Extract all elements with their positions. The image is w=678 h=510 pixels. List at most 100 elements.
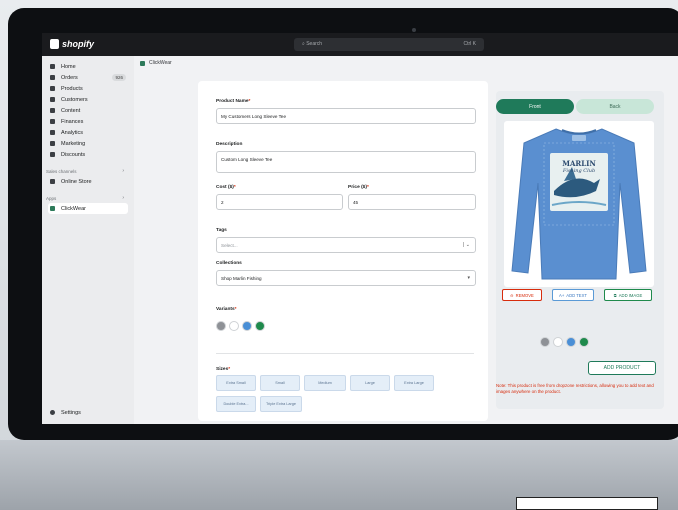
product-preview-panel: Front Back MARLIN Fishing Club ⊖ REMOVE A… — [496, 91, 664, 409]
sidebar-item-finances[interactable]: Finances — [42, 116, 134, 127]
top-bar: shopify ⌕ Search Ctrl K — [42, 33, 678, 56]
dropzone-note: Note: This product is free from dropzone… — [496, 383, 654, 395]
sidebar-item-label: Settings — [61, 409, 81, 416]
sidebar-item-clickwear[interactable]: ClickWear — [48, 203, 128, 214]
logo-text: shopify — [62, 39, 95, 49]
shopping-bag-icon — [50, 39, 59, 49]
add-text-button[interactable]: A+ ADD TEXT — [552, 289, 594, 301]
size-small[interactable]: Small — [260, 375, 300, 391]
description-textarea[interactable]: Custom Long Sleeve Tee — [216, 151, 476, 173]
chart-icon — [50, 130, 55, 135]
chevron-down-icon: | ⌄ — [463, 242, 470, 248]
orders-icon — [50, 75, 55, 80]
tag-icon — [50, 86, 55, 91]
button-label: ADD IMAGE — [618, 292, 643, 298]
input-placeholder: Select... — [221, 243, 238, 248]
add-product-button[interactable]: ADD PRODUCT — [588, 361, 656, 375]
breadcrumb[interactable]: ClickWear — [140, 60, 172, 66]
search-shortcut: Ctrl K — [463, 41, 477, 47]
collections-select[interactable]: Shop Marlin Fishing ▾ — [216, 270, 476, 286]
shirt-canvas[interactable]: MARLIN Fishing Club — [504, 121, 654, 287]
shopify-logo[interactable]: shopify — [50, 39, 94, 49]
size-triple-extra-large[interactable]: Triple Extra Large — [260, 396, 302, 412]
shirt-color-swatch[interactable] — [579, 337, 589, 347]
sidebar-item-products[interactable]: Products — [42, 83, 134, 94]
chevron-right-icon: › — [122, 195, 124, 201]
sidebar-item-label: ClickWear — [61, 205, 86, 212]
text-icon: A+ — [559, 292, 565, 298]
button-label: ADD TEXT — [566, 292, 587, 298]
chevron-down-icon: ▾ — [467, 275, 470, 281]
variant-color-swatch[interactable] — [255, 321, 265, 331]
home-icon — [50, 64, 55, 69]
size-medium[interactable]: Medium — [304, 375, 346, 391]
button-label: REMOVE — [515, 292, 534, 298]
print-subtitle: Fishing Club — [562, 168, 596, 174]
sidebar-item-label: Products — [61, 85, 83, 92]
description-label: Description — [216, 142, 243, 147]
trash-icon: ⊖ — [510, 292, 514, 298]
price-input[interactable]: 45 — [348, 194, 476, 210]
sidebar-item-label: Content — [61, 107, 81, 114]
sidebar-item-label: Finances — [61, 118, 84, 125]
content-icon — [50, 108, 55, 113]
sidebar-item-customers[interactable]: Customers — [42, 94, 134, 105]
sidebar-item-marketing[interactable]: Marketing — [42, 138, 134, 149]
sidebar-item-home[interactable]: Home — [42, 61, 134, 72]
collections-label: Collections — [216, 261, 242, 266]
input-value: My Customers Long Sleeve Tee — [221, 114, 287, 119]
product-name-label: Product Name* — [216, 99, 251, 104]
variant-color-swatch[interactable] — [242, 321, 252, 331]
sidebar-item-label: Customers — [61, 96, 88, 103]
breadcrumb-label: ClickWear — [149, 60, 172, 66]
sidebar: Home Orders 926 Products Customers Conten… — [42, 56, 134, 424]
tags-label: Tags — [216, 228, 227, 233]
sidebar-item-orders[interactable]: Orders 926 — [42, 72, 134, 83]
long-sleeve-shirt-image — [511, 128, 647, 280]
apps-header[interactable]: Apps › — [42, 193, 134, 203]
sidebar-item-label: Orders — [61, 74, 78, 81]
section-label: Sales channels — [46, 168, 77, 174]
size-double-extra[interactable]: Double Extra... — [216, 396, 256, 412]
variant-color-swatch[interactable] — [229, 321, 239, 331]
print-title: MARLIN — [562, 159, 596, 168]
product-name-input[interactable]: My Customers Long Sleeve Tee — [216, 108, 476, 124]
shirt-color-swatch[interactable] — [566, 337, 576, 347]
sidebar-item-settings[interactable]: Settings — [42, 407, 81, 418]
price-label: Price ($)* — [348, 185, 369, 190]
shirt-color-swatch[interactable] — [540, 337, 550, 347]
add-image-button[interactable]: ⧉ ADD IMAGE — [604, 289, 652, 301]
tags-select[interactable]: Select... | ⌄ — [216, 237, 476, 253]
sidebar-item-analytics[interactable]: Analytics — [42, 127, 134, 138]
product-form: Product Name* My Customers Long Sleeve T… — [198, 81, 488, 421]
sidebar-item-label: Home — [61, 63, 76, 70]
size-large[interactable]: Large — [350, 375, 390, 391]
cost-input[interactable]: 2 — [216, 194, 343, 210]
sales-channels-header[interactable]: Sales channels › — [42, 166, 134, 176]
webcam — [412, 28, 416, 32]
sidebar-item-label: Discounts — [61, 151, 86, 158]
input-value: 45 — [353, 200, 359, 205]
remove-button[interactable]: ⊖ REMOVE — [502, 289, 542, 301]
gear-icon — [50, 410, 55, 415]
sidebar-item-online-store[interactable]: Online Store — [42, 176, 134, 187]
section-label: Apps — [46, 195, 57, 201]
tab-back[interactable]: Back — [576, 99, 654, 114]
store-icon — [50, 179, 55, 184]
input-value: Custom Long Sleeve Tee — [221, 157, 273, 162]
size-extra-large[interactable]: Extra Large — [394, 375, 434, 391]
input-value: 2 — [221, 200, 224, 205]
sidebar-item-label: Online Store — [61, 178, 92, 185]
orders-badge: 926 — [112, 74, 126, 81]
variants-label: Variants* — [216, 307, 237, 312]
sidebar-item-discounts[interactable]: Discounts — [42, 149, 134, 160]
search-placeholder: ⌕ Search — [302, 41, 323, 47]
tab-front[interactable]: Front — [496, 99, 574, 114]
person-icon — [50, 97, 55, 102]
variant-color-swatch[interactable] — [216, 321, 226, 331]
search-input[interactable]: ⌕ Search Ctrl K — [294, 38, 484, 51]
sidebar-item-content[interactable]: Content — [42, 105, 134, 116]
app-screen: shopify ⌕ Search Ctrl K Home Orders 926 P… — [42, 33, 678, 424]
shirt-color-swatch[interactable] — [553, 337, 563, 347]
size-extra-small[interactable]: Extra Small — [216, 375, 256, 391]
